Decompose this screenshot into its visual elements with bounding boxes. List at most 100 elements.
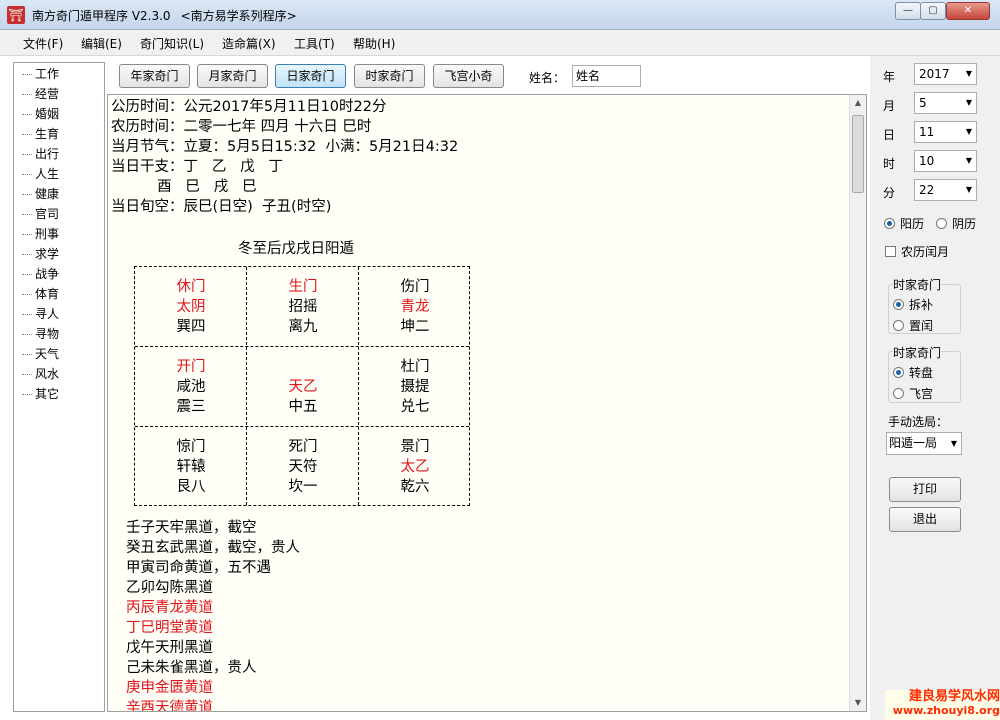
- palace-center: 天乙 中五: [247, 357, 359, 417]
- window-title-text: 南方奇门遁甲程序 V2.3.0: [32, 9, 171, 23]
- chaibu-label: 拆补: [909, 298, 934, 312]
- hour-qimen-button[interactable]: 时家奇门: [354, 64, 425, 88]
- palace-li-name: 离九: [288, 319, 318, 335]
- chevron-down-icon: ▼: [950, 439, 957, 448]
- zhuanpan-radio[interactable]: 转盘: [893, 364, 933, 381]
- tree-item-health[interactable]: 健康: [22, 185, 59, 202]
- chaibu-radio[interactable]: 拆补: [893, 296, 933, 313]
- solar-radio-label: 阳历: [900, 217, 925, 231]
- palace-zhen-door: 开门: [176, 359, 206, 375]
- tree-item-fengshui[interactable]: 风水: [22, 365, 59, 382]
- watermark: 建良易学风水网 www.zhouyi8.org: [885, 690, 1000, 720]
- chevron-down-icon: ▼: [965, 98, 972, 107]
- vertical-scrollbar[interactable]: ▲ ▼: [849, 95, 866, 711]
- grid-divider-h1: [135, 346, 469, 347]
- tree-item-sports[interactable]: 体育: [22, 285, 59, 302]
- palace-xun-name: 巽四: [176, 319, 206, 335]
- solar-radio[interactable]: 阳历: [884, 215, 924, 232]
- close-button[interactable]: ✕: [946, 2, 990, 20]
- menu-zaoming[interactable]: 造命篇(X): [222, 35, 276, 52]
- month-select[interactable]: 5 ▼: [914, 92, 977, 114]
- method-group-1-title: 时家奇门: [893, 276, 942, 293]
- palace-qian-star: 太乙: [400, 459, 430, 475]
- menu-help[interactable]: 帮助(H): [353, 35, 395, 52]
- tree-item-life[interactable]: 人生: [22, 165, 59, 182]
- name-input[interactable]: 姓名: [572, 65, 641, 87]
- hour-line-chou: 癸丑玄武黑道，截空，贵人: [126, 540, 300, 556]
- tree-item-business[interactable]: 经营: [22, 85, 59, 102]
- menu-edit[interactable]: 编辑(E): [81, 35, 122, 52]
- palace-qian-door: 景门: [400, 439, 430, 455]
- hour-select[interactable]: 10 ▼: [914, 150, 977, 172]
- tree-item-marriage[interactable]: 婚姻: [22, 105, 59, 122]
- tree-item-birth[interactable]: 生育: [22, 125, 59, 142]
- palace-kan-door: 死门: [288, 439, 318, 455]
- palace-gen-name: 艮八: [176, 479, 206, 495]
- tree-item-lawsuit[interactable]: 官司: [22, 205, 59, 222]
- palace-dui: 杜门 摄提 兑七: [359, 357, 471, 417]
- manual-ju-select[interactable]: 阳遁一局 ▼: [886, 432, 962, 455]
- menu-qimen-knowledge[interactable]: 奇门知识(L): [140, 35, 204, 52]
- solar-term-line: 当月节气：立夏：5月5日15:32 小满：5月21日4:32: [111, 139, 459, 155]
- year-select[interactable]: 2017 ▼: [914, 63, 977, 85]
- hour-value: 10: [919, 154, 935, 168]
- feigong-button[interactable]: 飞宫小奇: [433, 64, 504, 88]
- hour-line-you: 辛酉天德黄道: [126, 700, 213, 712]
- tree-item-war[interactable]: 战争: [22, 265, 59, 282]
- tree-item-other[interactable]: 其它: [22, 385, 59, 402]
- leap-month-label: 农历闰月: [901, 245, 950, 259]
- hour-line-mao: 乙卯勾陈黑道: [126, 580, 213, 596]
- ganzhi-line: 当日干支：丁 乙 戊 丁: [111, 159, 283, 175]
- radio-on-icon: [893, 299, 904, 310]
- tree-item-find-object[interactable]: 寻物: [22, 325, 59, 342]
- minimize-button[interactable]: —: [895, 2, 921, 20]
- palace-dui-star: 摄提: [400, 379, 430, 395]
- zhuanpan-label: 转盘: [909, 366, 934, 380]
- radio-on-icon: [893, 367, 904, 378]
- menu-bar: 文件(F) 编辑(E) 奇门知识(L) 造命篇(X) 工具(T) 帮助(H): [0, 30, 1000, 56]
- feigong-radio[interactable]: 飞宫: [893, 385, 933, 402]
- palace-qian: 景门 太乙 乾六: [359, 437, 471, 497]
- scroll-up-icon[interactable]: ▲: [850, 95, 866, 111]
- lunar-time-line: 农历时间：二零一七年 四月 十六日 巳时: [111, 119, 372, 135]
- day-qimen-button[interactable]: 日家奇门: [275, 64, 346, 88]
- zhirun-radio[interactable]: 置闰: [893, 317, 933, 334]
- tree-item-study[interactable]: 求学: [22, 245, 59, 262]
- palace-li: 生门 招摇 离九: [247, 277, 359, 337]
- watermark-title: 建良易学风水网: [908, 689, 1000, 704]
- scroll-thumb[interactable]: [852, 115, 864, 193]
- tree-item-travel[interactable]: 出行: [22, 145, 59, 162]
- month-value: 5: [919, 96, 927, 110]
- menu-tools[interactable]: 工具(T): [294, 35, 335, 52]
- radio-on-icon: [884, 218, 895, 229]
- palace-center-name: 中五: [288, 399, 318, 415]
- leap-month-checkbox[interactable]: 农历闰月: [885, 243, 949, 260]
- category-tree: 工作 经营 婚姻 生育 出行 人生 健康 官司 刑事 求学 战争 体育 寻人 寻…: [13, 62, 105, 712]
- exit-button[interactable]: 退出: [889, 507, 961, 532]
- tree-item-work[interactable]: 工作: [22, 65, 59, 82]
- day-select[interactable]: 11 ▼: [914, 121, 977, 143]
- palace-gen-door: 惊门: [176, 439, 206, 455]
- tree-item-find-person[interactable]: 寻人: [22, 305, 59, 322]
- palace-kan-star: 天符: [288, 459, 318, 475]
- solar-time-line: 公历时间：公元2017年5月11日10时22分: [111, 99, 387, 115]
- palace-zhen-star: 咸池: [176, 379, 206, 395]
- year-qimen-button[interactable]: 年家奇门: [119, 64, 190, 88]
- tree-item-criminal[interactable]: 刑事: [22, 225, 59, 242]
- month-qimen-button[interactable]: 月家奇门: [197, 64, 268, 88]
- lunar-radio[interactable]: 阴历: [936, 215, 976, 232]
- palace-zhen: 开门 咸池 震三: [135, 357, 247, 417]
- maximize-button[interactable]: ▢: [920, 2, 946, 20]
- print-button[interactable]: 打印: [889, 477, 961, 502]
- year-label: 年: [883, 70, 896, 84]
- hour-line-wei: 己未朱雀黑道，贵人: [126, 660, 257, 676]
- chevron-down-icon: ▼: [965, 69, 972, 78]
- method-group-2-title: 时家奇门: [893, 344, 942, 361]
- palace-xun-star: 太阴: [176, 299, 206, 315]
- ganzhi-line-2: 酉 巳 戌 巳: [111, 179, 257, 195]
- result-text-area[interactable]: 公历时间：公元2017年5月11日10时22分 农历时间：二零一七年 四月 十六…: [107, 94, 867, 712]
- tree-item-weather[interactable]: 天气: [22, 345, 59, 362]
- minute-select[interactable]: 22 ▼: [914, 179, 977, 201]
- menu-file[interactable]: 文件(F): [23, 35, 63, 52]
- scroll-down-icon[interactable]: ▼: [850, 695, 866, 711]
